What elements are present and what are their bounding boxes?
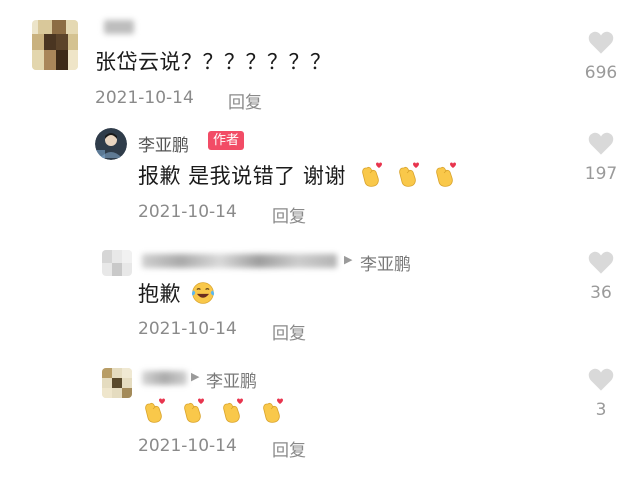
heart-hands-icon bbox=[357, 160, 383, 188]
heart-hands-icon bbox=[258, 396, 284, 424]
comment-date: 2021-10-14 bbox=[138, 436, 237, 456]
avatar-image bbox=[95, 128, 127, 160]
reply-button[interactable]: 回复 bbox=[228, 88, 262, 113]
like-button[interactable]: 696 bbox=[571, 30, 631, 83]
comment-text: 张岱云说？？？？？？？ bbox=[95, 50, 332, 74]
avatar[interactable] bbox=[102, 250, 132, 276]
heart-hands-icon bbox=[394, 160, 420, 188]
author-name[interactable]: 李亚鹏 bbox=[138, 131, 189, 156]
avatar[interactable] bbox=[32, 20, 78, 70]
comment-text bbox=[140, 396, 284, 424]
reply-to-name[interactable]: 李亚鹏 bbox=[360, 250, 411, 275]
like-count: 197 bbox=[584, 164, 618, 184]
heart-hands-icon bbox=[218, 396, 244, 424]
comment-text-body: 报歉 是我说错了 谢谢 bbox=[138, 164, 346, 188]
heart-icon bbox=[587, 30, 615, 55]
reply-arrow-icon: ▶ bbox=[191, 370, 200, 383]
reply-to-name[interactable]: 李亚鹏 bbox=[206, 367, 257, 392]
comment-text: 报歉 是我说错了 谢谢 bbox=[138, 160, 457, 190]
like-button[interactable]: 3 bbox=[571, 367, 631, 420]
like-button[interactable]: 197 bbox=[571, 131, 631, 184]
like-button[interactable]: 36 bbox=[571, 250, 631, 303]
username-redacted[interactable] bbox=[142, 371, 187, 385]
heart-icon bbox=[587, 131, 615, 156]
reply-button[interactable]: 回复 bbox=[272, 319, 306, 344]
comment-date: 2021-10-14 bbox=[138, 319, 237, 339]
avatar-image bbox=[32, 20, 78, 70]
heart-icon bbox=[587, 250, 615, 275]
comment-text: 抱歉 bbox=[138, 278, 216, 308]
username-redacted[interactable] bbox=[142, 254, 337, 268]
avatar[interactable] bbox=[102, 368, 132, 398]
reply-arrow-icon: ▶ bbox=[344, 253, 353, 266]
like-count: 696 bbox=[584, 63, 618, 83]
comment-date: 2021-10-14 bbox=[95, 88, 194, 108]
heart-icon bbox=[587, 367, 615, 392]
like-count: 36 bbox=[590, 283, 612, 303]
reply-button[interactable]: 回复 bbox=[272, 436, 306, 461]
reply-button[interactable]: 回复 bbox=[272, 202, 306, 227]
avatar-image bbox=[102, 250, 132, 276]
avatar[interactable] bbox=[95, 128, 127, 160]
heart-hands-icon bbox=[431, 160, 457, 188]
username-redacted[interactable] bbox=[104, 20, 134, 34]
heart-hands-icon bbox=[179, 396, 205, 424]
avatar-image bbox=[102, 368, 132, 398]
author-badge: 作者 bbox=[208, 131, 245, 150]
comment-text-body: 抱歉 bbox=[138, 282, 181, 306]
like-count: 3 bbox=[595, 400, 607, 420]
heart-hands-icon bbox=[140, 396, 166, 424]
comment-date: 2021-10-14 bbox=[138, 202, 237, 222]
laughing-crying-icon bbox=[190, 280, 216, 306]
